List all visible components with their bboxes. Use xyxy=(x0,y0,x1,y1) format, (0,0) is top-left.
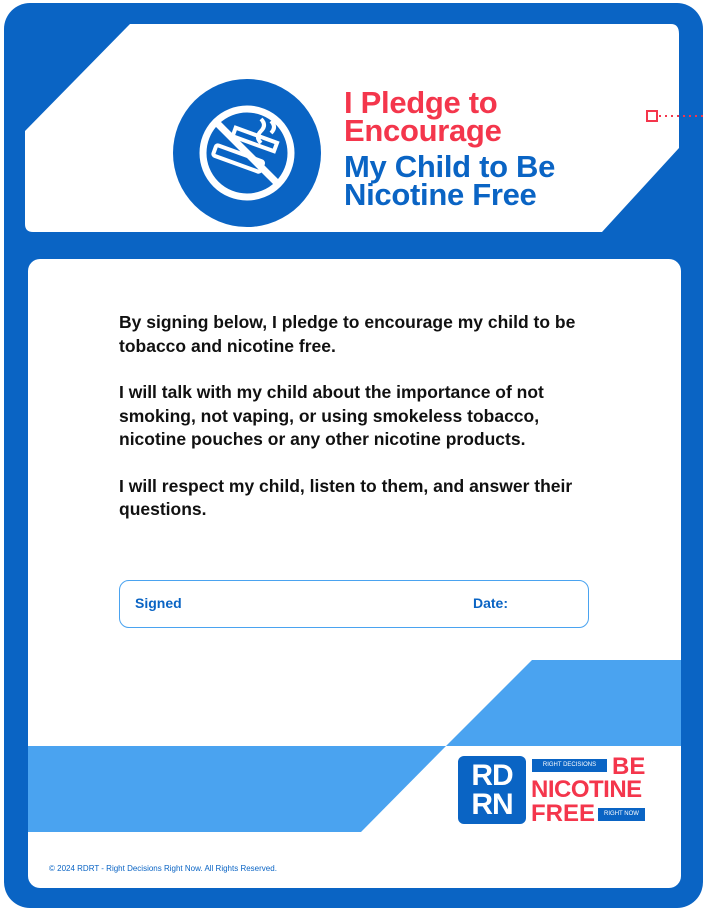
page-title: I Pledge to Encourage My Child to Be Nic… xyxy=(344,87,555,212)
pledge-card: By signing below, I pledge to encourage … xyxy=(28,259,681,888)
be-nicotine-free-logo: RD RN RIGHT DECISIONS BE NICOTINE FREE R… xyxy=(458,753,658,828)
logo-be: BE xyxy=(612,753,646,780)
no-smoking-badge xyxy=(173,79,321,227)
copyright-text: © 2024 RDRT - Right Decisions Right Now.… xyxy=(49,864,277,873)
title-line-2: Encourage xyxy=(344,113,502,148)
logo-nicotine: NICOTINE xyxy=(531,776,642,803)
no-smoking-no-vaping-icon xyxy=(173,79,321,227)
header-card: I Pledge to Encourage My Child to Be Nic… xyxy=(25,24,683,236)
logo-tagline-top: RIGHT DECISIONS xyxy=(532,759,607,772)
logo-free: FREE xyxy=(531,800,596,827)
rdrn-logo: RD RN xyxy=(458,756,526,824)
title-line-4: Nicotine Free xyxy=(344,177,537,212)
rdrn-bottom: RN xyxy=(471,788,513,821)
dotted-connector-icon xyxy=(646,110,703,122)
logo-tagline-bottom: RIGHT NOW xyxy=(598,808,645,821)
rdrn-top: RD xyxy=(471,759,513,792)
